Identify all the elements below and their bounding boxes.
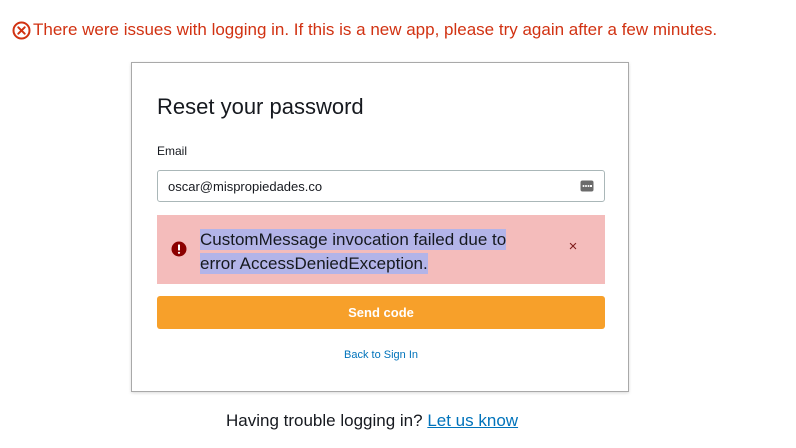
- back-to-sign-in-link[interactable]: Back to Sign In: [132, 349, 630, 361]
- close-icon[interactable]: ×: [565, 239, 581, 255]
- card-title: Reset your password: [157, 94, 364, 119]
- send-code-button[interactable]: Send code: [157, 296, 605, 329]
- trouble-text: Having trouble logging in?: [226, 411, 423, 430]
- email-label: Email: [157, 144, 188, 158]
- error-circle-x-icon: [12, 21, 31, 40]
- email-input[interactable]: [158, 178, 580, 194]
- error-exclamation-icon: [171, 241, 187, 257]
- login-error-page: There were issues with logging in. If th…: [0, 0, 796, 448]
- trouble-logging-in: Having trouble logging in? Let us know: [226, 411, 518, 431]
- error-alert: CustomMessage invocation failed due to e…: [157, 215, 605, 284]
- error-alert-message: CustomMessage invocation failed due to e…: [200, 228, 530, 276]
- error-alert-message-text: CustomMessage invocation failed due to e…: [200, 229, 507, 274]
- email-field-wrapper: [157, 170, 605, 202]
- login-issue-message: There were issues with logging in. If th…: [33, 20, 718, 39]
- autofill-key-icon[interactable]: [580, 180, 594, 192]
- reset-password-card: Reset your password Email oscar@mispropi…: [131, 62, 629, 392]
- login-issue-banner: There were issues with logging in. If th…: [12, 20, 717, 40]
- let-us-know-link[interactable]: Let us know: [427, 411, 518, 430]
